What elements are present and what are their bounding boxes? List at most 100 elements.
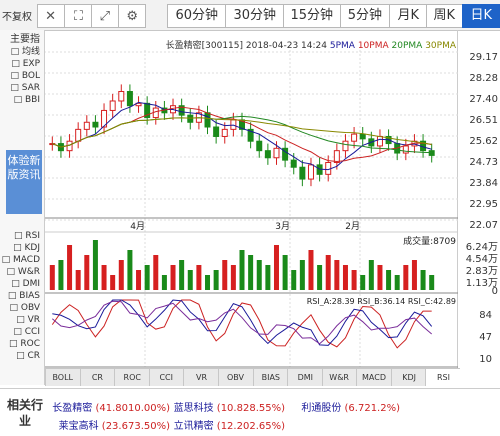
indicator-menu-item[interactable]: □ BIAS (2, 290, 44, 302)
indicator-menu-item[interactable]: □ SAR (0, 82, 44, 94)
indicator-tab[interactable]: ROC (114, 369, 149, 386)
candle-body (118, 91, 125, 102)
volume-bar (317, 265, 323, 290)
indicator-tab[interactable]: W&R (321, 369, 357, 386)
indicator-menu-item[interactable]: □ CR (2, 350, 44, 362)
month-label: 4月 (130, 222, 145, 232)
indicator-tab[interactable]: BOLL (45, 369, 80, 386)
volume-bar (248, 255, 254, 290)
candle-body (221, 128, 228, 137)
indicator-menu-item[interactable]: □ RSI (2, 230, 44, 242)
volume-bar (420, 270, 426, 290)
indicator-menu-item[interactable]: □ EXP (0, 58, 44, 70)
candle-body (351, 133, 358, 142)
volume-bar (153, 255, 159, 290)
indicator-tab[interactable]: RSI (425, 369, 460, 386)
volume-bar (187, 270, 193, 290)
indicator-menu-item[interactable]: □ VR (2, 314, 44, 326)
stock-link[interactable]: 长盈精密 (41.8010.00%) (52, 399, 170, 414)
candle-body (126, 91, 133, 107)
candle-body (290, 159, 297, 168)
volume-bar (386, 270, 392, 290)
indicator-tab[interactable]: MACD (356, 369, 391, 386)
volume-bar (299, 260, 305, 290)
volume-bar (265, 265, 271, 290)
indicator-tab[interactable]: DMI (287, 369, 322, 386)
volume-bar (110, 275, 116, 290)
volume-bar (403, 265, 409, 290)
indicator-menu-item[interactable]: □ DMI (2, 278, 44, 290)
volume-bar (334, 260, 340, 290)
volume-bar (411, 260, 417, 290)
volume-label: 成交量:8709 (403, 237, 456, 247)
volume-bar (49, 265, 55, 290)
candle-body (83, 121, 90, 130)
volume-bar (179, 260, 185, 290)
stock-link[interactable]: 立讯精密 (12.202.65%) (174, 417, 285, 432)
volume-bar (67, 245, 73, 290)
stock-link[interactable]: 利通股份 (6.721.2%) (301, 399, 400, 414)
indicator-tab[interactable]: KDJ (390, 369, 426, 386)
volume-bar (170, 265, 176, 290)
stock-link[interactable]: 蓝思科技 (10.828.55%) (174, 399, 285, 414)
rsi-line (52, 299, 433, 346)
indicator-menu-item[interactable]: □ BOL (0, 70, 44, 82)
indicator-tab[interactable]: BIAS (252, 369, 288, 386)
kline-chart[interactable] (45, 0, 500, 385)
volume-bar (230, 265, 236, 290)
volume-bar (213, 270, 219, 290)
candle-body (109, 100, 116, 111)
indicator-menu-item[interactable]: □ 均线 (0, 46, 44, 58)
stock-link[interactable]: 莱宝高科 (23.673.50%) (59, 417, 170, 432)
volume-bar (308, 250, 314, 290)
candle-body (402, 145, 409, 154)
volume-bar (118, 260, 124, 290)
app-frame: 日K 周K 月K 5分钟 15分钟 30分钟 60分钟 ⚙ ⤢ ⛶ ✕ 不复权 29.17 2… (0, 0, 500, 436)
candle-body (92, 121, 99, 128)
volume-bar (92, 240, 98, 290)
indicator-menu-item[interactable]: □ OBV (2, 302, 44, 314)
volume-bar (75, 270, 81, 290)
indicator-menu-item[interactable]: □ ROC (2, 338, 44, 350)
candle-body (376, 135, 383, 147)
volume-bar (58, 260, 64, 290)
month-label: 3月 (275, 222, 290, 232)
volume-bar (161, 275, 167, 290)
indicator-tab[interactable]: CR (79, 369, 115, 386)
candle-body (273, 147, 280, 159)
indicator-tabs: RSI KDJ MACD W&R DMI BIAS OBV VR CCI ROC CR BOLL (45, 368, 460, 386)
volume-bar (351, 270, 357, 290)
rsi-tick: 10 (479, 354, 492, 365)
indicator-menu-item[interactable]: □ BBI (0, 94, 44, 106)
volume-bar (101, 265, 107, 290)
candle-body (342, 140, 349, 152)
volume-tick: 0 (491, 286, 498, 297)
volume-bar (127, 250, 133, 290)
volume-bar (196, 265, 202, 290)
volume-bar (205, 275, 211, 290)
volume-bar (360, 275, 366, 290)
rsi-tick: 47 (479, 332, 492, 343)
indicator-menu-item[interactable]: □ CCI (2, 326, 44, 338)
month-label: 2月 (345, 222, 360, 232)
candle-body (428, 150, 435, 156)
indicator-tab[interactable]: VR (183, 369, 218, 386)
volume-bar (368, 260, 374, 290)
candle-body (204, 112, 211, 128)
adjust-menu[interactable]: 不复权 (2, 8, 32, 23)
indicator-menu-item[interactable]: □ MACD (2, 254, 44, 266)
menu-title: 主要指 (10, 34, 40, 45)
volume-bar (282, 255, 288, 290)
candle-body (333, 150, 340, 164)
candle-body (299, 166, 306, 180)
volume-bar (429, 275, 435, 290)
ad-banner[interactable]: 体验新版资讯 (6, 150, 42, 214)
indicator-tab[interactable]: OBV (217, 369, 253, 386)
section-title: 相关行业 (6, 398, 43, 428)
volume-bar (377, 265, 383, 290)
volume-bar (325, 255, 331, 290)
indicator-tab[interactable]: CCI (148, 369, 184, 386)
candle-body (256, 140, 263, 152)
indicator-menu-item[interactable]: □ W&R (2, 266, 44, 278)
indicator-menu-item[interactable]: □ KDJ (2, 242, 44, 254)
